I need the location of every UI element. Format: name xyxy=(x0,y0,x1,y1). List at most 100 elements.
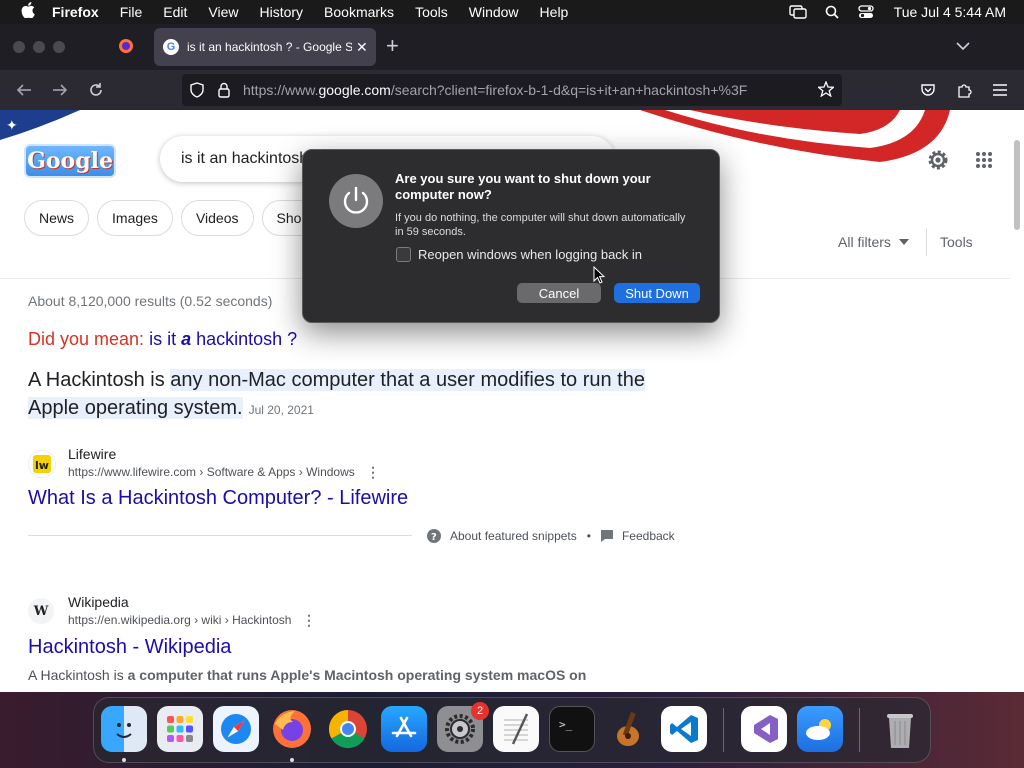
system-settings-icon[interactable]: 2 xyxy=(437,702,489,752)
chrome-icon[interactable] xyxy=(325,706,371,752)
lock-icon[interactable] xyxy=(218,82,230,103)
apple-menu-icon[interactable] xyxy=(18,1,38,23)
wikipedia-favicon-icon: W xyxy=(28,598,54,624)
about-snippets-link[interactable]: About featured snippets xyxy=(450,529,577,543)
result-menu-kebab-icon[interactable]: ⋮ xyxy=(366,464,380,481)
menu-history[interactable]: History xyxy=(259,4,303,20)
firefox-view-icon[interactable] xyxy=(118,38,134,54)
notification-badge: 2 xyxy=(471,702,489,720)
result-stats: About 8,120,000 results (0.52 seconds) xyxy=(28,293,273,309)
pocket-icon[interactable] xyxy=(918,80,938,100)
about-featured-snippets: ? About featured snippets • Feedback xyxy=(427,529,675,543)
vscode-icon[interactable] xyxy=(661,706,707,752)
tools-button[interactable]: Tools xyxy=(940,234,973,250)
vertical-scrollbar[interactable] xyxy=(1014,140,1020,230)
answer-prefix: A Hackintosh is xyxy=(28,369,171,391)
result-menu-kebab-icon[interactable]: ⋮ xyxy=(302,612,316,629)
visual-studio-icon[interactable] xyxy=(741,706,787,752)
back-arrow-icon[interactable] xyxy=(14,80,34,100)
terminal-icon[interactable]: >_ xyxy=(549,706,595,752)
dock-separator xyxy=(723,708,724,752)
url-path: /search?client=firefox-b-1-d&q=is+it+an+… xyxy=(390,82,748,98)
launchpad-icon[interactable] xyxy=(157,706,203,752)
menu-view[interactable]: View xyxy=(208,4,238,20)
textedit-icon[interactable] xyxy=(493,706,539,752)
all-filters-button[interactable]: All filters xyxy=(838,234,909,250)
nav-toolbar: https://www.google.com/search?client=fir… xyxy=(0,70,1024,110)
url-text[interactable]: https://www.google.com/search?client=fir… xyxy=(243,82,747,98)
tab-title: is it an hackintosh ? - Google Se xyxy=(187,40,352,54)
dock: 2 >_ xyxy=(93,697,931,763)
result-description: A Hackintosh is a computer that runs App… xyxy=(28,664,628,692)
menubar-clock[interactable]: Tue Jul 4 5:44 AM xyxy=(894,4,1006,20)
power-icon xyxy=(329,174,383,228)
svg-text:✦: ✦ xyxy=(6,118,18,134)
app-store-icon[interactable] xyxy=(381,706,427,752)
result-title-wikipedia[interactable]: Hackintosh - Wikipedia xyxy=(28,636,231,659)
url-domain: google.com xyxy=(318,82,391,98)
finder-icon[interactable] xyxy=(101,706,147,752)
featured-snippet-answer: A Hackintosh is any non-Mac computer tha… xyxy=(28,366,678,424)
chip-images[interactable]: Images xyxy=(97,200,173,236)
cancel-button[interactable]: Cancel xyxy=(517,283,601,303)
menu-window[interactable]: Window xyxy=(469,4,519,20)
menu-file[interactable]: File xyxy=(120,4,143,20)
window-zoom-button[interactable] xyxy=(53,41,65,53)
search-filter-chips: News Images Videos Shop xyxy=(24,200,332,236)
shut-down-button[interactable]: Shut Down xyxy=(614,283,700,303)
forward-arrow-icon[interactable] xyxy=(50,80,70,100)
list-all-tabs-chevron-icon[interactable] xyxy=(956,38,970,56)
bookmark-star-icon[interactable] xyxy=(816,80,836,102)
menu-tools[interactable]: Tools xyxy=(415,4,448,20)
checkbox-box[interactable] xyxy=(396,247,411,262)
tab-close-icon[interactable]: ✕ xyxy=(356,39,368,56)
google-apps-grid-icon[interactable] xyxy=(975,151,993,174)
trash-icon[interactable] xyxy=(877,706,923,752)
screen-mirroring-icon[interactable] xyxy=(788,4,808,20)
did-you-mean-link[interactable]: is it a hackintosh ? xyxy=(149,329,297,349)
answer-date: Jul 20, 2021 xyxy=(248,403,314,417)
firefox-icon[interactable] xyxy=(269,706,315,752)
dym-text-post: hackintosh ? xyxy=(191,329,298,349)
menu-bookmarks[interactable]: Bookmarks xyxy=(324,4,394,20)
filter-divider xyxy=(926,228,927,256)
dock-separator xyxy=(859,708,860,752)
feedback-link[interactable]: Feedback xyxy=(622,529,675,543)
spotlight-search-icon[interactable] xyxy=(822,4,842,20)
menu-help[interactable]: Help xyxy=(540,4,569,20)
result-source-name: Wikipedia xyxy=(68,594,129,610)
safari-icon[interactable] xyxy=(213,706,259,752)
menu-bar: Firefox File Edit View History Bookmarks… xyxy=(0,0,1024,24)
mouse-pointer-icon xyxy=(593,266,605,284)
result-title-lifewire[interactable]: What Is a Hackintosh Computer? - Lifewir… xyxy=(28,487,408,510)
window-close-button[interactable] xyxy=(13,41,25,53)
svg-text:?: ? xyxy=(431,532,437,543)
menu-edit[interactable]: Edit xyxy=(163,4,187,20)
tab-google-search[interactable]: G is it an hackintosh ? - Google Se ✕ xyxy=(154,28,376,66)
settings-gear-icon[interactable] xyxy=(926,148,950,177)
address-bar[interactable]: https://www.google.com/search?client=fir… xyxy=(182,74,842,106)
result-url: https://www.lifewire.com › Software & Ap… xyxy=(68,465,355,479)
menu-app-name[interactable]: Firefox xyxy=(52,4,99,20)
extensions-puzzle-icon[interactable] xyxy=(954,80,974,100)
control-center-icon[interactable] xyxy=(856,4,876,20)
tracking-protection-shield-icon[interactable] xyxy=(190,82,204,103)
dym-text-bold: a xyxy=(181,329,192,349)
new-tab-plus-icon[interactable]: + xyxy=(386,33,399,59)
reload-icon[interactable] xyxy=(86,80,106,100)
firefox-running-dot xyxy=(290,758,294,762)
google-favicon-icon: G xyxy=(163,39,179,55)
reopen-windows-checkbox[interactable]: Reopen windows when logging back in xyxy=(396,247,642,262)
garageband-icon[interactable] xyxy=(605,706,651,752)
svg-text:lw: lw xyxy=(35,459,49,472)
weather-icon[interactable] xyxy=(797,706,843,752)
chip-videos[interactable]: Videos xyxy=(180,200,254,236)
google-logo[interactable]: Google xyxy=(24,144,116,178)
window-minimize-button[interactable] xyxy=(33,41,45,53)
dialog-title: Are you sure you want to shut down your … xyxy=(395,171,651,202)
chip-news[interactable]: News xyxy=(24,200,90,236)
hamburger-menu-icon[interactable] xyxy=(990,80,1010,100)
checkbox-label[interactable]: Reopen windows when logging back in xyxy=(418,247,642,262)
did-you-mean: Did you mean: is it a hackintosh ? xyxy=(28,329,297,350)
browser-window: G is it an hackintosh ? - Google Se ✕ + … xyxy=(0,24,1024,692)
